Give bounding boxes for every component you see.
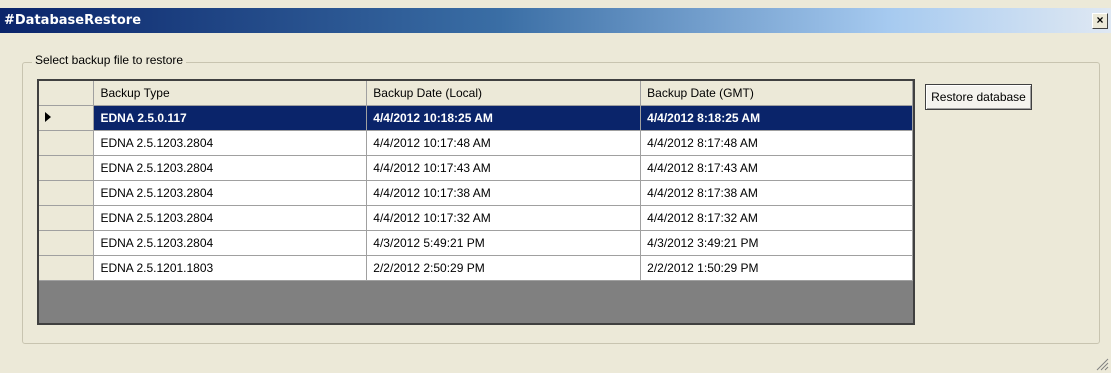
table-row[interactable]: EDNA 2.5.1203.2804 4/4/2012 10:17:32 AM … <box>39 205 913 231</box>
cell-backup-date-gmt[interactable]: 4/4/2012 8:17:48 AM <box>640 130 913 156</box>
row-header[interactable] <box>39 230 95 256</box>
cell-backup-date-local[interactable]: 4/4/2012 10:18:25 AM <box>366 105 642 131</box>
column-header-backup-date-local[interactable]: Backup Date (Local) <box>366 81 642 106</box>
cell-backup-type[interactable]: EDNA 2.5.1203.2804 <box>93 130 368 156</box>
close-button[interactable]: × <box>1092 13 1108 29</box>
cell-backup-type[interactable]: EDNA 2.5.1203.2804 <box>93 205 368 231</box>
column-header-backup-type[interactable]: Backup Type <box>93 81 368 106</box>
cell-backup-date-local[interactable]: 4/4/2012 10:17:32 AM <box>366 205 642 231</box>
cell-backup-date-local[interactable]: 4/3/2012 5:49:21 PM <box>366 230 642 256</box>
cell-backup-type[interactable]: EDNA 2.5.1201.1803 <box>93 255 368 281</box>
cell-backup-date-gmt[interactable]: 4/4/2012 8:17:32 AM <box>640 205 913 231</box>
title-bar[interactable]: #DatabaseRestore × <box>0 8 1111 33</box>
row-header[interactable] <box>39 205 95 231</box>
grid-corner-header <box>39 81 95 106</box>
table-row[interactable]: EDNA 2.5.1203.2804 4/4/2012 10:17:38 AM … <box>39 180 913 206</box>
cell-backup-type[interactable]: EDNA 2.5.1203.2804 <box>93 180 368 206</box>
column-header-backup-date-gmt[interactable]: Backup Date (GMT) <box>640 81 913 106</box>
cell-backup-date-gmt[interactable]: 4/4/2012 8:17:43 AM <box>640 155 913 181</box>
row-arrow-icon <box>45 111 51 122</box>
close-icon: × <box>1096 13 1104 27</box>
database-restore-window: #DatabaseRestore × Select backup file to… <box>0 0 1111 373</box>
table-row[interactable]: EDNA 2.5.1203.2804 4/4/2012 10:17:43 AM … <box>39 155 913 181</box>
cell-backup-date-local[interactable]: 4/4/2012 10:17:48 AM <box>366 130 642 156</box>
cell-backup-date-local[interactable]: 4/4/2012 10:17:43 AM <box>366 155 642 181</box>
table-row[interactable]: EDNA 2.5.0.117 4/4/2012 10:18:25 AM 4/4/… <box>39 105 913 131</box>
backup-grid[interactable]: Backup Type Backup Date (Local) Backup D… <box>37 79 915 325</box>
row-header[interactable] <box>39 180 95 206</box>
cell-backup-date-gmt[interactable]: 4/3/2012 3:49:21 PM <box>640 230 913 256</box>
cell-backup-type[interactable]: EDNA 2.5.1203.2804 <box>93 230 368 256</box>
cell-backup-date-gmt[interactable]: 4/4/2012 8:17:38 AM <box>640 180 913 206</box>
grid-header-row: Backup Type Backup Date (Local) Backup D… <box>39 81 913 106</box>
window-title: #DatabaseRestore <box>4 13 142 28</box>
table-row[interactable]: EDNA 2.5.1203.2804 4/3/2012 5:49:21 PM 4… <box>39 230 913 256</box>
restore-database-button[interactable]: Restore database <box>925 84 1032 110</box>
table-row[interactable]: EDNA 2.5.1201.1803 2/2/2012 2:50:29 PM 2… <box>39 255 913 281</box>
cell-backup-type[interactable]: EDNA 2.5.0.117 <box>93 105 368 131</box>
groupbox-label: Select backup file to restore <box>32 53 187 67</box>
row-header[interactable] <box>39 130 95 156</box>
row-header[interactable] <box>39 155 95 181</box>
cell-backup-date-local[interactable]: 4/4/2012 10:17:38 AM <box>366 180 642 206</box>
resize-grip-icon[interactable] <box>1095 357 1109 371</box>
backup-table: Backup Type Backup Date (Local) Backup D… <box>39 81 913 281</box>
cell-backup-type[interactable]: EDNA 2.5.1203.2804 <box>93 155 368 181</box>
row-header[interactable] <box>39 105 95 131</box>
cell-backup-date-gmt[interactable]: 4/4/2012 8:18:25 AM <box>640 105 913 131</box>
cell-backup-date-gmt[interactable]: 2/2/2012 1:50:29 PM <box>640 255 913 281</box>
cell-backup-date-local[interactable]: 2/2/2012 2:50:29 PM <box>366 255 642 281</box>
table-row[interactable]: EDNA 2.5.1203.2804 4/4/2012 10:17:48 AM … <box>39 130 913 156</box>
row-header[interactable] <box>39 255 95 281</box>
